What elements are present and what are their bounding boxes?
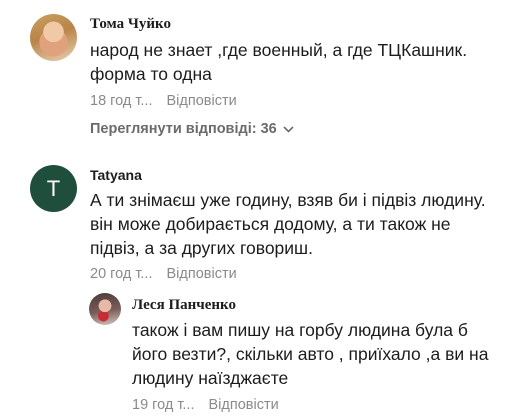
reply-button[interactable]: Відповісти <box>209 397 279 413</box>
comment-meta: 19 год т... Відповісти <box>132 397 279 413</box>
view-replies-button[interactable]: Переглянути відповіді: 36 <box>90 121 294 137</box>
reply-button[interactable]: Відповісти <box>167 266 237 282</box>
comment-meta: 18 год т... Відповісти <box>90 93 237 109</box>
avatar[interactable] <box>30 14 77 61</box>
comment-text: А ти знімаєш уже годину, взяв би і підві… <box>90 190 486 258</box>
avatar[interactable] <box>89 293 121 325</box>
comment-time: 18 год т... <box>90 93 153 109</box>
avatar-letter: T <box>46 175 61 201</box>
comment-time: 19 год т... <box>132 397 195 413</box>
comment-author[interactable]: Тома Чуйко <box>90 16 171 33</box>
avatar[interactable]: T <box>30 165 77 212</box>
comment-text: народ не знает ,где военный, а где ТЦКаш… <box>90 40 468 84</box>
comment-meta: 20 год т... Відповісти <box>90 266 237 282</box>
reply-button[interactable]: Відповісти <box>167 93 237 109</box>
comment-time: 20 год т... <box>90 266 153 282</box>
comment-author[interactable]: Tatyana <box>90 167 142 183</box>
comment-author[interactable]: Леся Панченко <box>132 297 236 314</box>
chevron-down-icon <box>283 125 294 133</box>
comment-text: також і вам пишу на горбу людина була б … <box>132 320 489 388</box>
view-replies-label: Переглянути відповіді: 36 <box>90 121 277 137</box>
